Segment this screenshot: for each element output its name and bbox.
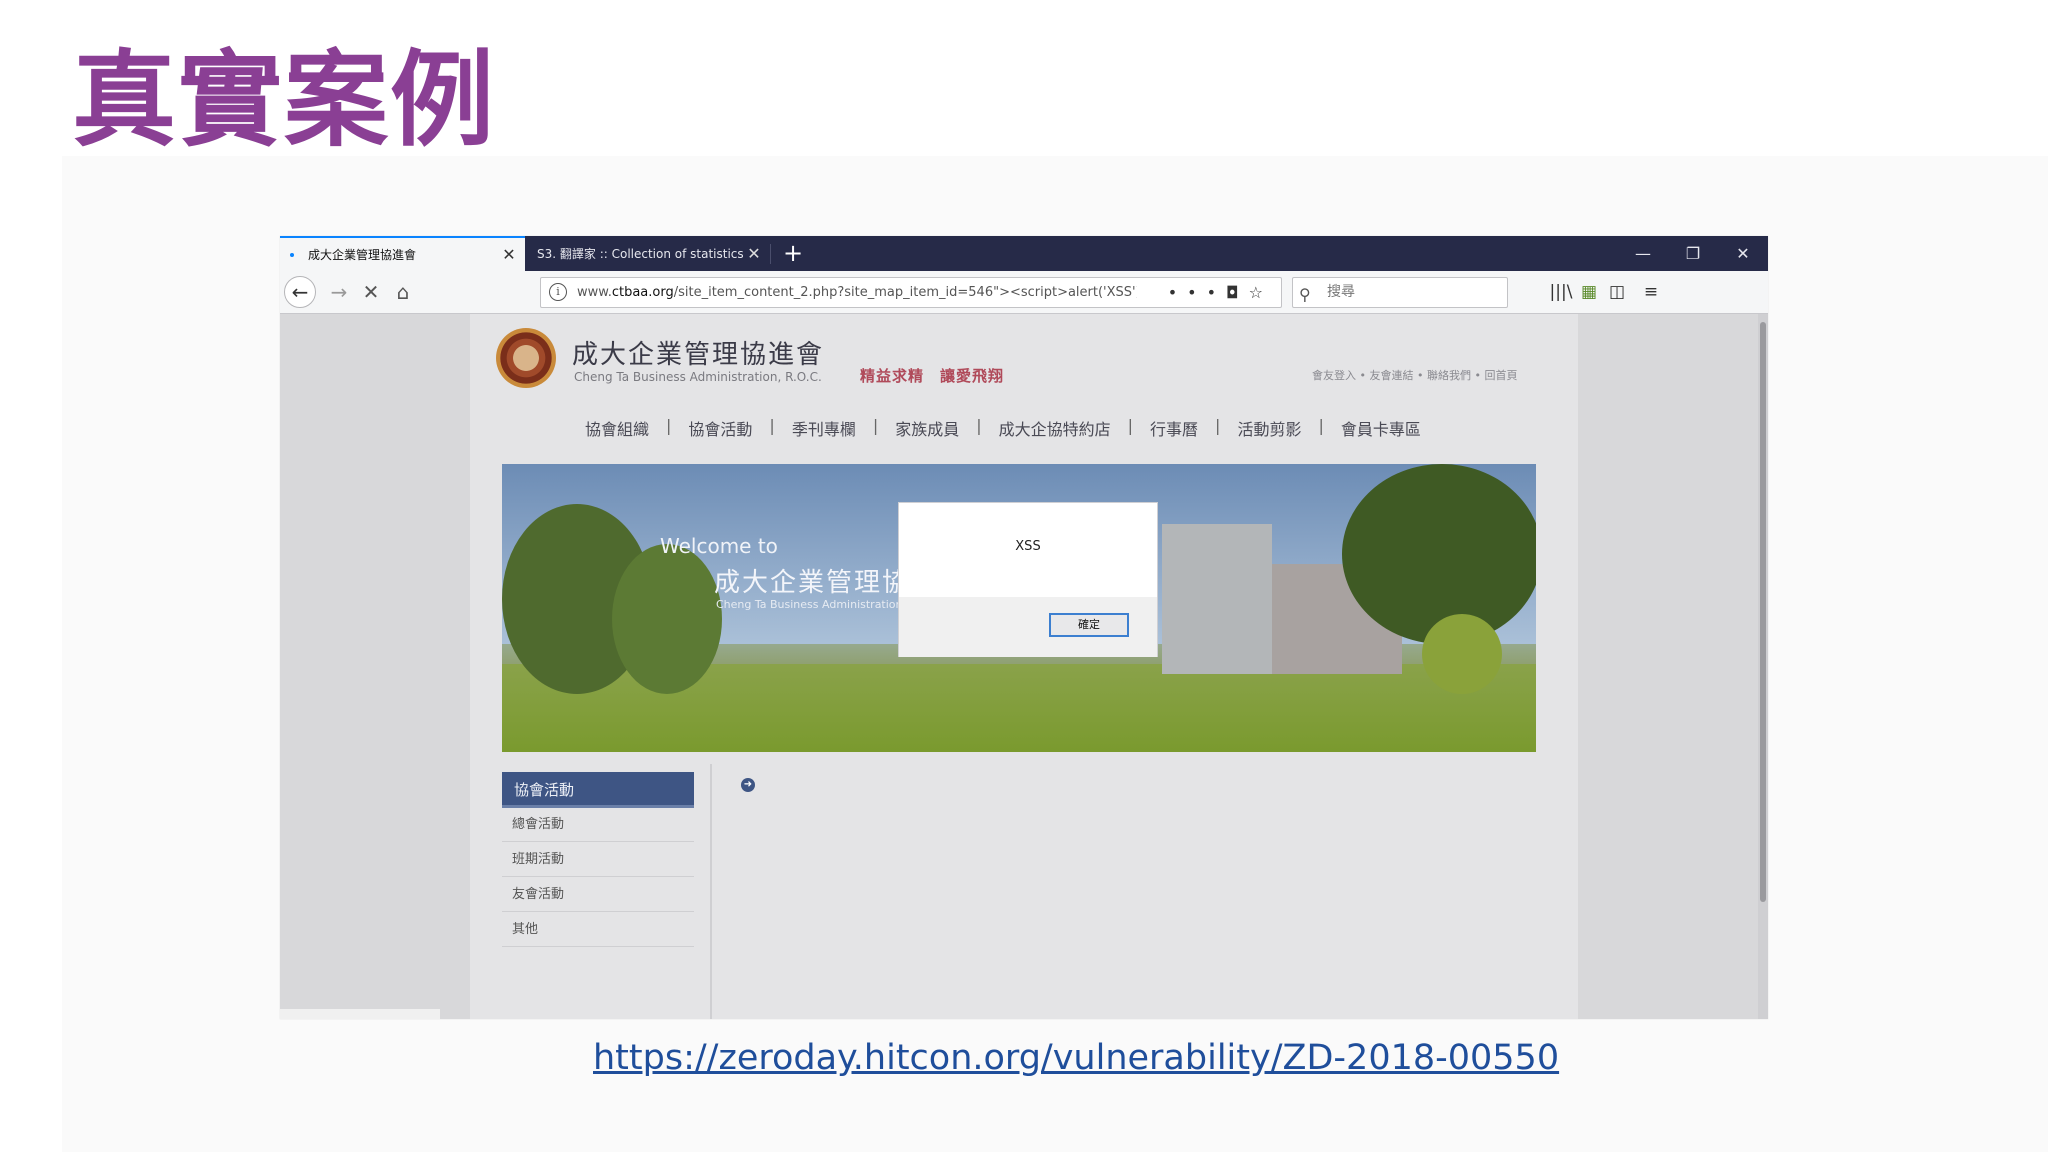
menu-item[interactable]: 協會組織: [576, 416, 658, 440]
close-icon[interactable]: ✕: [499, 245, 519, 264]
tree-image: [612, 544, 722, 694]
navigation-bar: ← → ✕ ⌂ i www.ctbaa.org/site_item_conten…: [280, 271, 1768, 314]
loading-dot-icon: [290, 252, 294, 257]
menu-item[interactable]: 活動剪影: [1228, 416, 1310, 440]
extension-icon[interactable]: ▦: [1574, 278, 1604, 308]
tab-divider: [770, 244, 771, 264]
site-name[interactable]: 成大企業管理協進會: [572, 334, 824, 371]
site-top-links[interactable]: 會友登入 • 友會連結 • 聯絡我們 • 回首頁: [1312, 367, 1517, 383]
window-close-icon[interactable]: ✕: [1718, 236, 1768, 271]
alert-footer: 確定: [899, 597, 1157, 657]
sidebar-icon[interactable]: ◫: [1602, 278, 1632, 308]
slide-title: 真實案例: [72, 38, 497, 161]
sidebar-item[interactable]: 總會活動: [502, 808, 694, 842]
sidebar-item[interactable]: 班期活動: [502, 843, 694, 877]
menu-separator: |: [1215, 416, 1221, 435]
building-image: [1162, 524, 1272, 674]
close-icon[interactable]: ✕: [744, 244, 764, 263]
menu-separator: |: [872, 416, 879, 435]
menu-item[interactable]: 行事曆: [1141, 416, 1207, 440]
url-prefix: www.: [577, 285, 612, 300]
browser-screenshot: 成大企業管理協進會 ✕ S3. 翻譯家 :: Collection of sta…: [280, 236, 1768, 1019]
more-dots-icon[interactable]: •••: [1168, 283, 1226, 302]
menu-separator: |: [1318, 416, 1324, 435]
menu-item[interactable]: 會員卡專區: [1332, 416, 1430, 440]
search-input[interactable]: ⚲ 搜尋: [1292, 277, 1508, 308]
tree-image: [1342, 464, 1536, 644]
menu-item[interactable]: 成大企協特約店: [990, 416, 1120, 440]
menu-item[interactable]: 協會活動: [679, 416, 761, 440]
library-icon[interactable]: |||\: [1546, 278, 1576, 308]
tab-label: 成大企業管理協進會: [308, 248, 417, 262]
sidebar-item[interactable]: 其他: [502, 913, 694, 947]
tab-ctbaa[interactable]: 成大企業管理協進會 ✕: [280, 236, 525, 271]
tab-label: S3. 翻譯家 :: Collection of statistics: [537, 247, 744, 261]
tab-translator[interactable]: S3. 翻譯家 :: Collection of statistics ✕: [525, 236, 770, 271]
tab-bar: 成大企業管理協進會 ✕ S3. 翻譯家 :: Collection of sta…: [280, 236, 1768, 271]
sidebar-heading[interactable]: 協會活動: [502, 772, 694, 808]
alert-dialog: XSS 確定: [898, 502, 1158, 657]
home-icon[interactable]: ⌂: [388, 277, 418, 307]
hamburger-menu-icon[interactable]: ≡: [1636, 278, 1666, 308]
search-placeholder: 搜尋: [1327, 284, 1355, 300]
content-divider: [710, 764, 712, 1019]
site-english-name: Cheng Ta Business Administration, R.O.C.: [574, 370, 822, 384]
scrollbar[interactable]: [1758, 314, 1768, 1019]
menu-item[interactable]: 家族成員: [886, 416, 968, 440]
site-slogan: 精益求精 讓愛飛翔: [860, 367, 1005, 385]
site-logo[interactable]: [496, 328, 556, 388]
pocket-icon[interactable]: ◘: [1226, 283, 1249, 302]
site-main-menu: 協會組織 | 協會活動 | 季刊專欄 | 家族成員 | 成大企協特約店 | 行事曆 | 活動…: [576, 416, 1430, 440]
sidebar-item[interactable]: 友會活動: [502, 878, 694, 912]
alert-message: XSS: [1015, 539, 1041, 554]
minimize-icon[interactable]: —: [1618, 236, 1668, 271]
menu-separator: |: [769, 416, 775, 435]
search-icon: ⚲: [1299, 285, 1311, 304]
tree-image: [1422, 614, 1502, 694]
status-bar: [280, 1009, 440, 1019]
arrow-right-icon[interactable]: ➜: [741, 778, 755, 792]
url-text[interactable]: www.ctbaa.org/site_item_content_2.php?si…: [577, 278, 1137, 307]
ok-button[interactable]: 確定: [1049, 613, 1129, 637]
menu-separator: |: [976, 416, 982, 435]
stop-icon[interactable]: ✕: [356, 277, 386, 307]
scrollbar-thumb[interactable]: [1760, 322, 1766, 902]
url-path: /site_item_content_2.php?site_map_item_i…: [673, 285, 1137, 300]
reference-link[interactable]: https://zeroday.hitcon.org/vulnerability…: [593, 1038, 1559, 1078]
page-content: 成大企業管理協進會 Cheng Ta Business Administrati…: [280, 314, 1768, 1019]
menu-item[interactable]: 季刊專欄: [783, 416, 865, 440]
url-domain: ctbaa.org: [611, 285, 674, 300]
url-actions: •••◘☆: [1168, 278, 1273, 307]
banner-english-name: Cheng Ta Business Administration: [716, 598, 903, 611]
info-icon[interactable]: i: [549, 283, 567, 301]
forward-arrow-icon[interactable]: →: [324, 277, 354, 307]
restore-icon[interactable]: ❐: [1668, 236, 1718, 271]
banner-welcome: Welcome to: [660, 534, 778, 558]
menu-separator: |: [1127, 416, 1134, 435]
star-icon[interactable]: ☆: [1249, 283, 1273, 302]
back-arrow-icon[interactable]: ←: [284, 276, 316, 308]
url-bar[interactable]: i www.ctbaa.org/site_item_content_2.php?…: [540, 277, 1282, 308]
new-tab-plus-icon[interactable]: +: [780, 239, 806, 267]
menu-separator: |: [666, 416, 672, 435]
